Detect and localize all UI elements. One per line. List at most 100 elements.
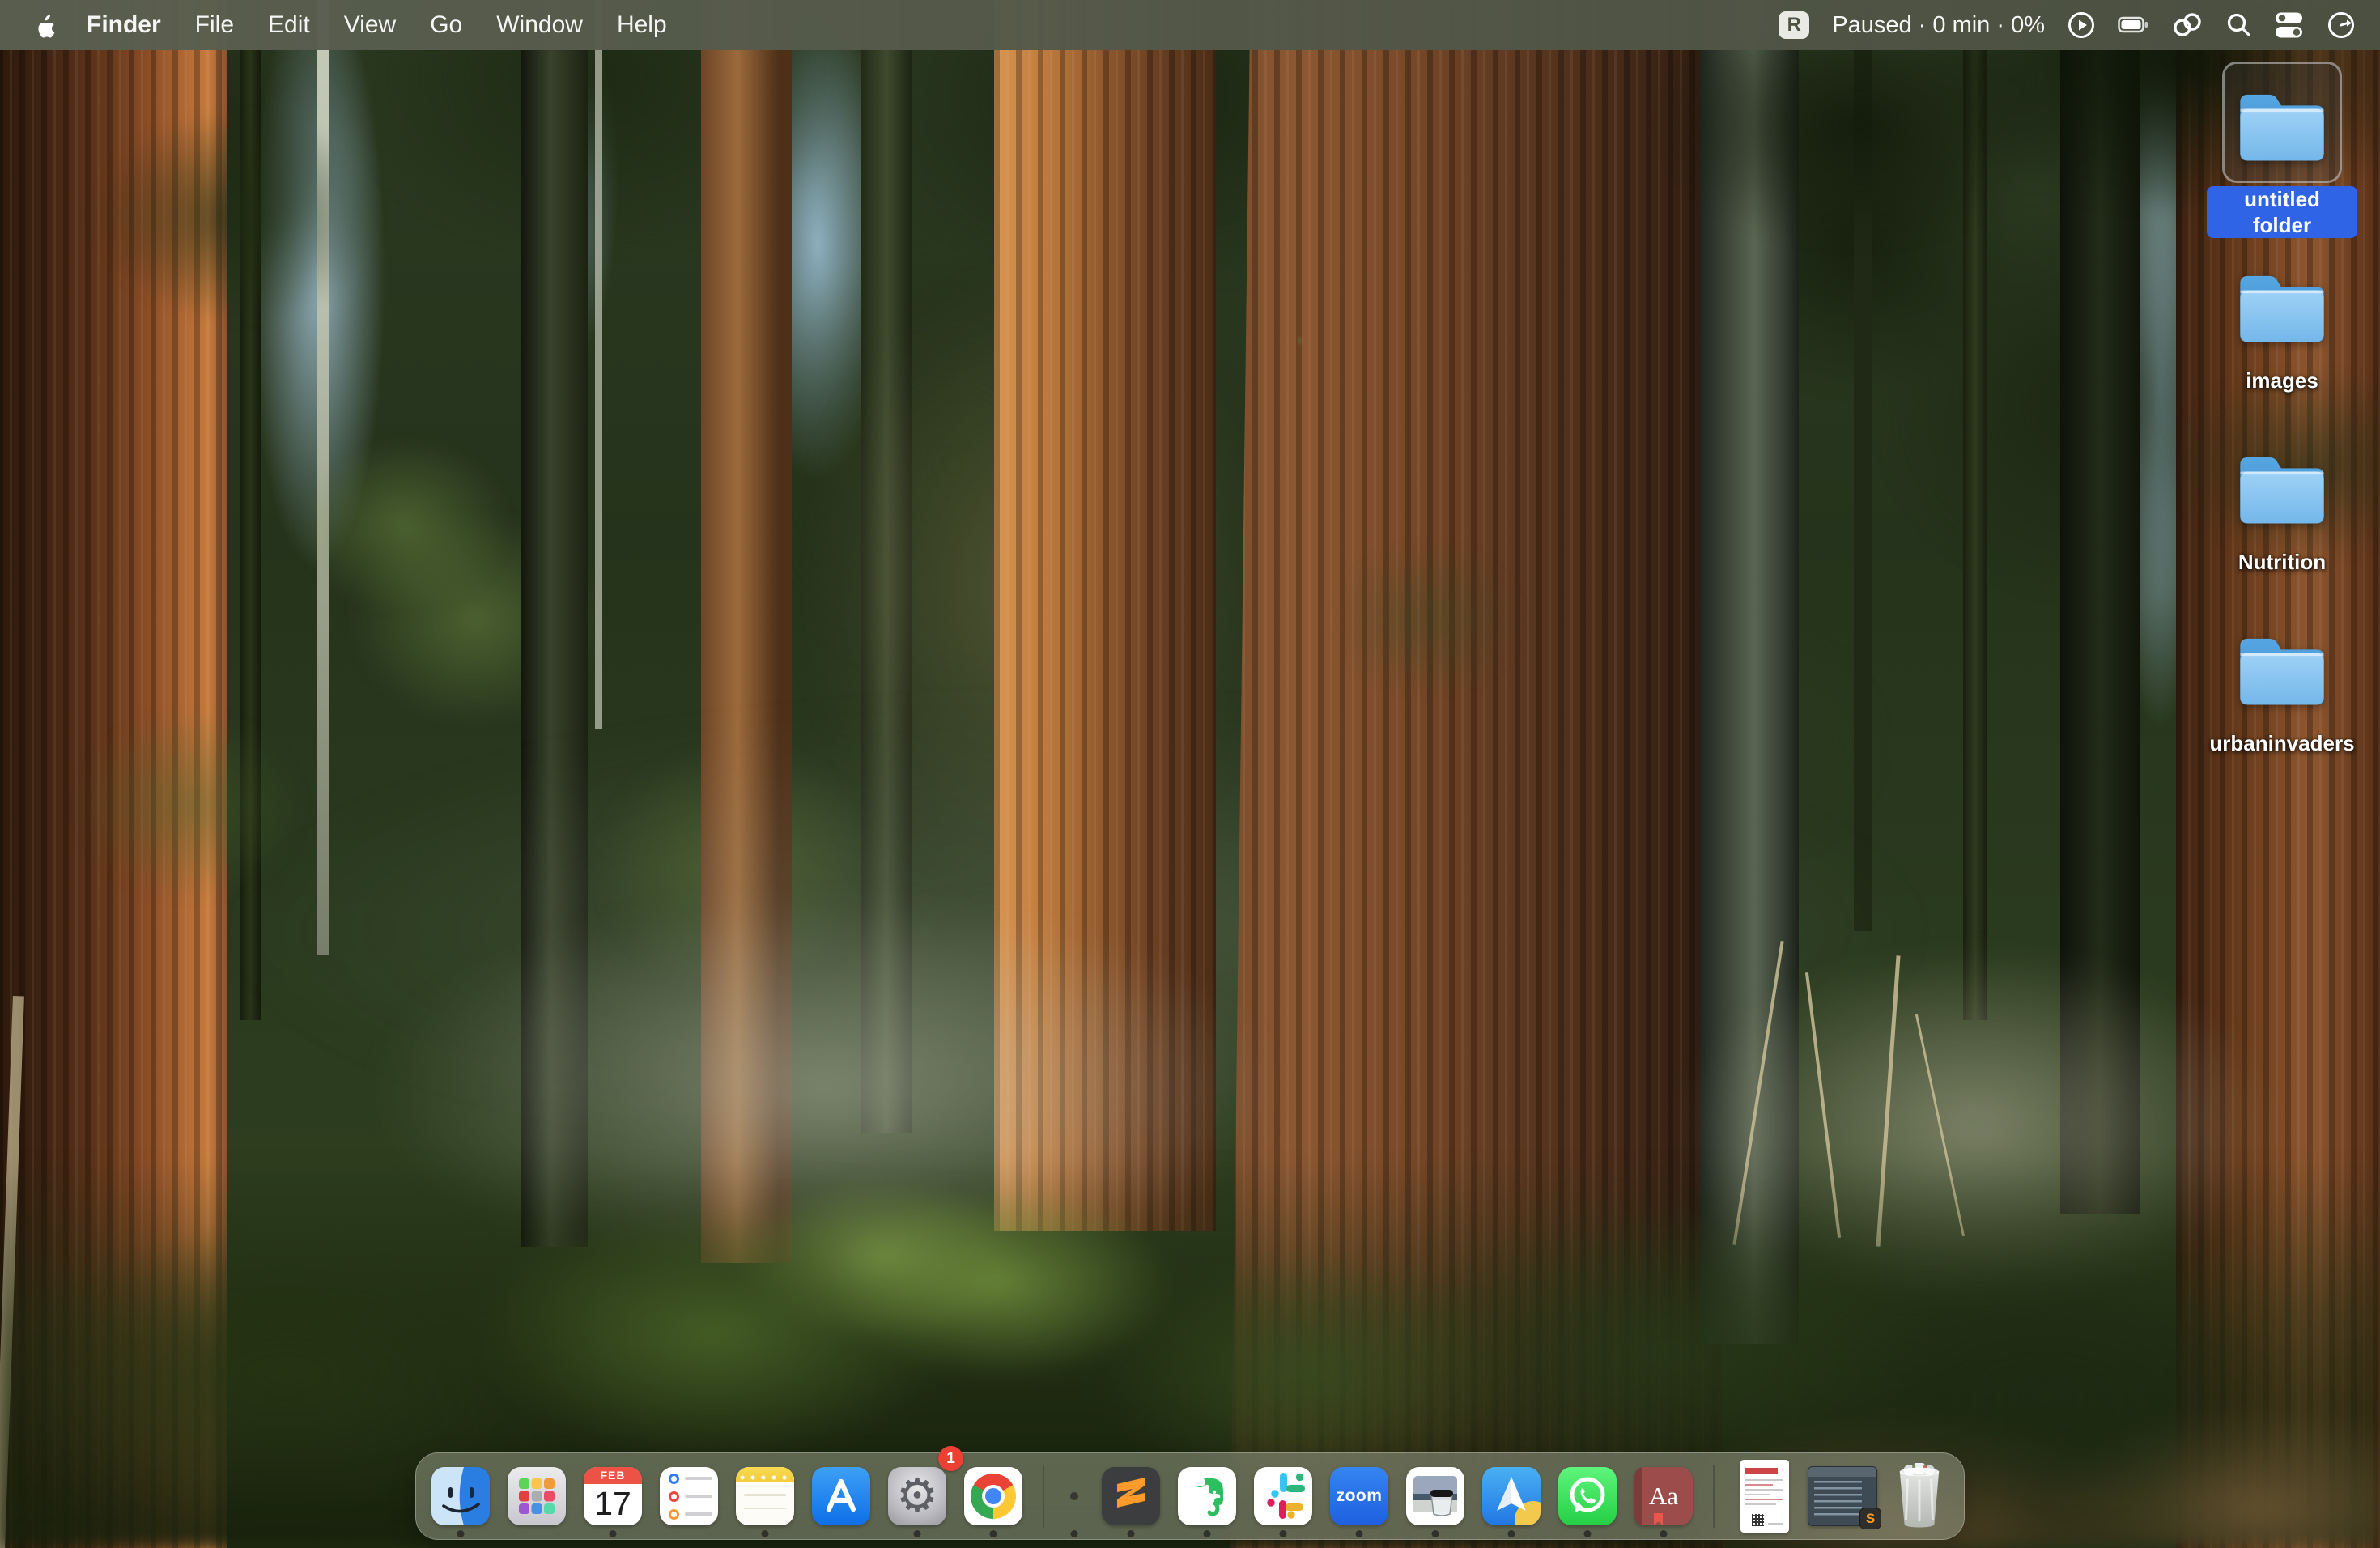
- running-indicator: [1508, 1530, 1515, 1537]
- rewind-status-text[interactable]: Paused · 0 min · 0%: [1832, 12, 2045, 39]
- folder-label: urbaninvaders: [2209, 730, 2354, 756]
- menu-bar: FinderFileEditViewGoWindowHelp R Paused …: [0, 0, 2380, 50]
- dock-reminders[interactable]: [651, 1452, 727, 1540]
- dock-calendar[interactable]: FEB 17: [575, 1452, 651, 1540]
- menu-item-file[interactable]: File: [178, 11, 251, 38]
- notes-icon: [736, 1467, 794, 1525]
- running-indicator: [1280, 1530, 1287, 1537]
- dock-dictionary[interactable]: Aa: [1626, 1452, 1702, 1540]
- running-indicator: [1128, 1530, 1135, 1537]
- running-indicator: [1584, 1530, 1592, 1537]
- dead-sapling: [1876, 955, 1900, 1246]
- notification-badge: 1: [938, 1446, 963, 1471]
- folder-icon: [2232, 624, 2332, 708]
- dark-right-trunk: [2060, 0, 2140, 1214]
- clock-icon[interactable]: [2327, 11, 2356, 40]
- menu-item-go[interactable]: Go: [413, 11, 479, 38]
- dock-evernote[interactable]: [1169, 1452, 1245, 1540]
- dock-launchpad[interactable]: [499, 1452, 575, 1540]
- dark-trunk: [521, 0, 588, 1247]
- battery-icon[interactable]: [2118, 15, 2148, 35]
- desktop-folder-Nutrition[interactable]: Nutrition: [2205, 424, 2359, 606]
- whatsapp-icon: [1558, 1467, 1617, 1525]
- folder-selection-box: [2222, 243, 2342, 364]
- play-circle-icon[interactable]: [2068, 11, 2095, 39]
- thin-trunk: [240, 0, 261, 1020]
- dock-background-app[interactable]: [1056, 1452, 1093, 1540]
- running-indicator: [1204, 1530, 1211, 1537]
- dictionary-wordmark: Aa: [1649, 1482, 1678, 1511]
- menu-item-edit[interactable]: Edit: [251, 11, 327, 38]
- running-indicator: [1356, 1530, 1363, 1537]
- menu-item-help[interactable]: Help: [600, 11, 684, 38]
- folder-selection-box: [2222, 606, 2342, 727]
- folder-label: untitled folder: [2207, 186, 2357, 238]
- minimized-window-thumbnail: S: [1808, 1466, 1877, 1526]
- rewind-app-icon[interactable]: R: [1779, 11, 1809, 39]
- sublime-text-badge: S: [1859, 1508, 1881, 1529]
- dock-document[interactable]: [1726, 1452, 1804, 1540]
- sublime-text-icon: [1102, 1467, 1160, 1525]
- app-store-icon: [812, 1467, 870, 1525]
- dock-whatsapp[interactable]: [1549, 1452, 1626, 1540]
- folder-selection-box: [2222, 424, 2342, 546]
- menu-item-finder[interactable]: Finder: [70, 11, 178, 38]
- folder-icon: [2232, 262, 2332, 346]
- running-indicator: [457, 1530, 465, 1537]
- dead-sapling: [1915, 1014, 1965, 1237]
- dock-chrome[interactable]: [955, 1452, 1031, 1540]
- folder-selection-box: [2222, 62, 2342, 183]
- pale-snag: [317, 0, 329, 955]
- apple-menu[interactable]: [28, 12, 62, 38]
- dock: FEB 17: [415, 1452, 1965, 1540]
- brown-trunk: [701, 0, 792, 1263]
- dock-spark[interactable]: [1473, 1452, 1549, 1540]
- folder-label: Nutrition: [2238, 549, 2326, 575]
- dock-sublime-text[interactable]: [1093, 1452, 1169, 1540]
- dock-app-store[interactable]: [803, 1452, 879, 1540]
- dock-separator: [1031, 1452, 1056, 1540]
- qr-code: [1752, 1514, 1764, 1526]
- preview-icon: [1406, 1467, 1464, 1525]
- wallpaper: [0, 0, 2380, 1548]
- dock-minimized-sublime-window[interactable]: S: [1804, 1452, 1881, 1540]
- running-indicator: [990, 1530, 997, 1537]
- zoom-wordmark: zoom: [1337, 1486, 1383, 1506]
- dock-finder[interactable]: [423, 1452, 499, 1540]
- dock-zoom[interactable]: zoom: [1321, 1452, 1397, 1540]
- dock-separator: [1702, 1452, 1726, 1540]
- desktop-folder-urbaninvaders[interactable]: urbaninvaders: [2205, 606, 2359, 787]
- document-icon: [1740, 1460, 1789, 1533]
- dock-notes[interactable]: [727, 1452, 803, 1540]
- running-indicator: [1071, 1530, 1078, 1537]
- trash-full-icon: [1893, 1463, 1945, 1529]
- bookmark-ribbon: [1654, 1513, 1663, 1525]
- dock-system-settings[interactable]: ⚙ 1: [879, 1452, 955, 1540]
- menu-item-view[interactable]: View: [327, 11, 413, 38]
- generic-app-icon: [1070, 1492, 1078, 1500]
- menu-bar-left: FinderFileEditViewGoWindowHelp: [28, 11, 684, 39]
- running-indicator: [1432, 1530, 1439, 1537]
- dock-trash[interactable]: [1881, 1452, 1957, 1540]
- finder-icon: [431, 1467, 490, 1525]
- spotlight-search-icon[interactable]: [2226, 12, 2252, 38]
- menu-items: FinderFileEditViewGoWindowHelp: [70, 11, 684, 39]
- calendar-icon: FEB 17: [584, 1467, 642, 1525]
- mid-lit-trunk: [994, 0, 1216, 1231]
- menu-item-window[interactable]: Window: [479, 11, 600, 38]
- control-center-icon[interactable]: [2275, 11, 2304, 39]
- thin-trunk: [1963, 0, 1987, 1020]
- desktop-folder-untitled-folder[interactable]: untitled folder: [2205, 62, 2359, 243]
- dock-preview[interactable]: [1397, 1452, 1473, 1540]
- dictionary-icon: Aa: [1634, 1467, 1693, 1525]
- menu-bar-status: R Paused · 0 min · 0%: [1779, 11, 2356, 40]
- pale-snag: [595, 0, 602, 729]
- dock-slack[interactable]: [1245, 1452, 1321, 1540]
- reminders-icon: [660, 1467, 718, 1525]
- link-icon[interactable]: [2171, 12, 2204, 38]
- slack-icon: [1254, 1467, 1312, 1525]
- gray-trunk: [861, 0, 912, 1133]
- central-giant-sequoia: [1230, 0, 1724, 1548]
- desktop-folder-images[interactable]: images: [2205, 243, 2359, 424]
- desktop-folders: untitled folder images Nutrition: [2205, 62, 2359, 787]
